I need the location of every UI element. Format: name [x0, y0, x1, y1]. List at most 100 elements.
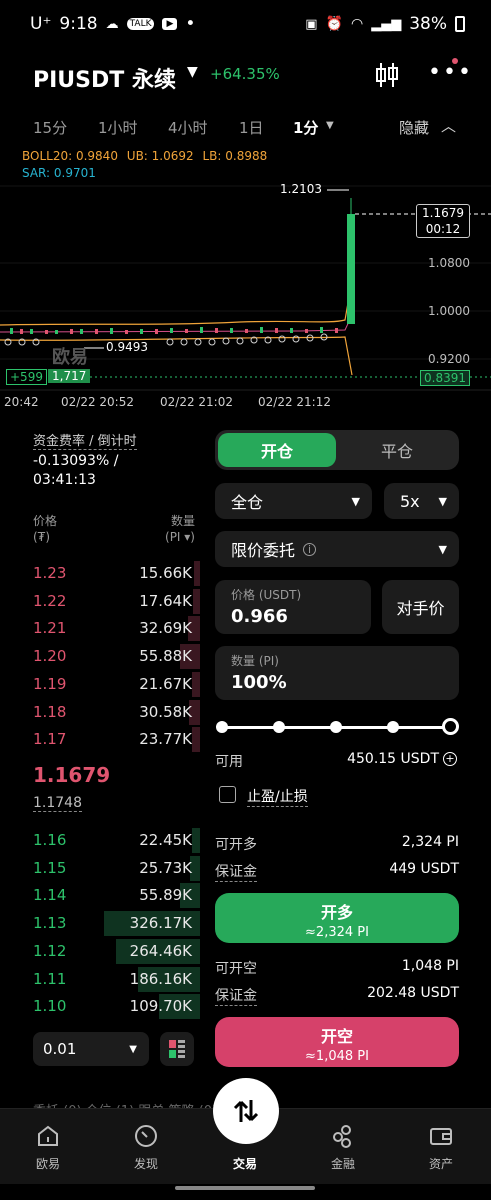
- nav-home-label: 欧易: [35, 1157, 60, 1171]
- wifi-icon: ◠: [350, 16, 364, 32]
- add-funds-icon[interactable]: +: [443, 752, 457, 766]
- bid-price: 1.11: [33, 969, 67, 988]
- ask-price: 1.22: [33, 591, 67, 610]
- carrier-label: U⁺: [30, 14, 52, 34]
- leverage-value: 5x: [400, 491, 420, 511]
- info-icon[interactable]: i: [303, 542, 317, 556]
- ask-row[interactable]: 1.18 30.58K: [0, 699, 200, 726]
- funding-label[interactable]: 资金费率 / 倒计时: [33, 430, 137, 450]
- bid-row[interactable]: 1.15 25.73K: [0, 855, 200, 882]
- slider-handle[interactable]: [442, 718, 459, 735]
- nav-trade-label: 交易: [232, 1157, 257, 1171]
- battery-saver-icon: ▣: [305, 16, 318, 32]
- ask-row[interactable]: 1.20 55.88K: [0, 643, 200, 670]
- long-margin-value: 449 USDT: [389, 861, 459, 877]
- trade-fab-button[interactable]: [213, 1078, 279, 1144]
- bid-price: 1.14: [33, 886, 67, 905]
- ask-price: 1.23: [33, 564, 67, 582]
- tab-4h[interactable]: 4小时: [168, 117, 208, 138]
- swap-arrows-icon: [233, 1100, 259, 1122]
- dot-icon: •: [185, 14, 196, 34]
- open-long-button[interactable]: 开多 ≈2,324 PI: [215, 893, 459, 943]
- qty-unit-select[interactable]: (PI ▾): [165, 530, 195, 544]
- bid-row[interactable]: 1.14 55.89K: [0, 882, 200, 909]
- bid-qty: 55.89K: [139, 886, 192, 905]
- tab-1m[interactable]: 1分: [293, 117, 318, 138]
- counterparty-price-button[interactable]: 对手价: [382, 580, 459, 634]
- bid-row[interactable]: 1.13 326.17K: [0, 910, 200, 937]
- y-tick: 0.9200: [428, 352, 470, 366]
- candlestick-chart-icon[interactable]: [372, 60, 402, 94]
- slider-stop-75[interactable]: [387, 721, 399, 733]
- bid-row[interactable]: 1.10 109.70K: [0, 993, 200, 1020]
- tab-15m[interactable]: 15分: [33, 117, 67, 138]
- ask-row[interactable]: 1.17 23.77K: [0, 726, 200, 753]
- slider-stop-0[interactable]: [216, 721, 228, 733]
- slider-stop-50[interactable]: [330, 721, 342, 733]
- chevron-down-icon[interactable]: ▼: [326, 120, 334, 131]
- short-margin-label[interactable]: 保证金: [215, 985, 257, 1006]
- slider-stop-25[interactable]: [273, 721, 285, 733]
- price-change: +64.35%: [210, 65, 280, 83]
- chart-low-label: 0.9493: [106, 340, 148, 354]
- bid-qty: 25.73K: [139, 858, 192, 877]
- bid-row[interactable]: 1.16 22.45K: [0, 827, 200, 854]
- chevron-down-icon[interactable]: ▼: [187, 64, 198, 80]
- tpsl-checkbox[interactable]: [219, 786, 236, 803]
- y-tick: 1.0800: [428, 256, 470, 270]
- nav-home[interactable]: 欧易: [8, 1121, 88, 1172]
- price-header: 价格: [33, 514, 58, 528]
- quantity-field-label: 数量 (PI): [231, 654, 279, 668]
- margin-mode-select[interactable]: 全仓 ▼: [215, 483, 372, 519]
- hide-chart-button[interactable]: 隐藏: [399, 117, 429, 138]
- more-icon[interactable]: •••: [428, 60, 473, 85]
- ask-depth-bar: [193, 588, 200, 614]
- bid-price: 1.10: [33, 997, 67, 1016]
- ask-price: 1.21: [33, 619, 67, 638]
- price-step-value: 0.01: [43, 1040, 77, 1058]
- youtube-icon: ▶: [162, 18, 178, 30]
- chevron-up-icon[interactable]: ︿: [441, 115, 456, 136]
- ask-qty: 15.66K: [139, 564, 192, 582]
- tab-1h[interactable]: 1小时: [98, 117, 138, 138]
- tab-1d[interactable]: 1日: [239, 117, 264, 138]
- long-margin-row: 保证金 449 USDT: [215, 861, 459, 882]
- home-icon: [8, 1121, 88, 1151]
- leverage-select[interactable]: 5x ▼: [384, 483, 459, 519]
- ask-row[interactable]: 1.19 21.67K: [0, 671, 200, 698]
- price-field-value[interactable]: 0.966: [231, 606, 288, 627]
- ask-qty: 23.77K: [139, 730, 192, 749]
- open-short-button[interactable]: 开空 ≈1,048 PI: [215, 1017, 459, 1067]
- tab-close[interactable]: 平仓: [338, 433, 456, 467]
- price-field-label: 价格 (USDT): [231, 588, 302, 602]
- ask-row[interactable]: 1.22 17.64K: [0, 588, 200, 615]
- orderbook-layout-icon[interactable]: [160, 1032, 194, 1066]
- order-type-select[interactable]: 限价委托 i ▼: [215, 531, 459, 567]
- short-margin-row: 保证金 202.48 USDT: [215, 985, 459, 1006]
- price-field[interactable]: 价格 (USDT) 0.966: [215, 580, 371, 634]
- bid-row[interactable]: 1.12 264.46K: [0, 938, 200, 965]
- mark-price[interactable]: 1.1748: [33, 795, 82, 812]
- tpsl-label[interactable]: 止盈/止损: [247, 786, 308, 807]
- symbol-title[interactable]: PIUSDT 永续: [33, 62, 176, 94]
- nav-assets[interactable]: 资产: [401, 1121, 481, 1172]
- can-long-label: 可开多: [215, 837, 257, 853]
- x-tick: 20:42: [4, 395, 39, 409]
- open-close-toggle: 开仓 平仓: [215, 430, 459, 470]
- price-step-select[interactable]: 0.01 ▼: [33, 1032, 149, 1066]
- ask-qty: 30.58K: [139, 702, 192, 721]
- quantity-field[interactable]: 数量 (PI) 100%: [215, 646, 459, 700]
- bid-row[interactable]: 1.11 186.16K: [0, 966, 200, 993]
- nav-discover[interactable]: 发现: [106, 1121, 186, 1172]
- long-margin-label[interactable]: 保证金: [215, 861, 257, 882]
- bid-qty: 326.17K: [129, 914, 192, 933]
- available-label: 可用: [215, 754, 243, 770]
- margin-mode-value: 全仓: [231, 493, 264, 512]
- quantity-field-value[interactable]: 100%: [231, 672, 287, 693]
- chevron-down-icon: ▼: [351, 495, 360, 508]
- tab-open[interactable]: 开仓: [218, 433, 336, 467]
- wallet-icon: [401, 1121, 481, 1151]
- nav-finance[interactable]: 金融: [303, 1121, 383, 1172]
- ask-row[interactable]: 1.21 32.69K: [0, 615, 200, 642]
- ask-row[interactable]: 1.23 15.66K: [0, 560, 200, 587]
